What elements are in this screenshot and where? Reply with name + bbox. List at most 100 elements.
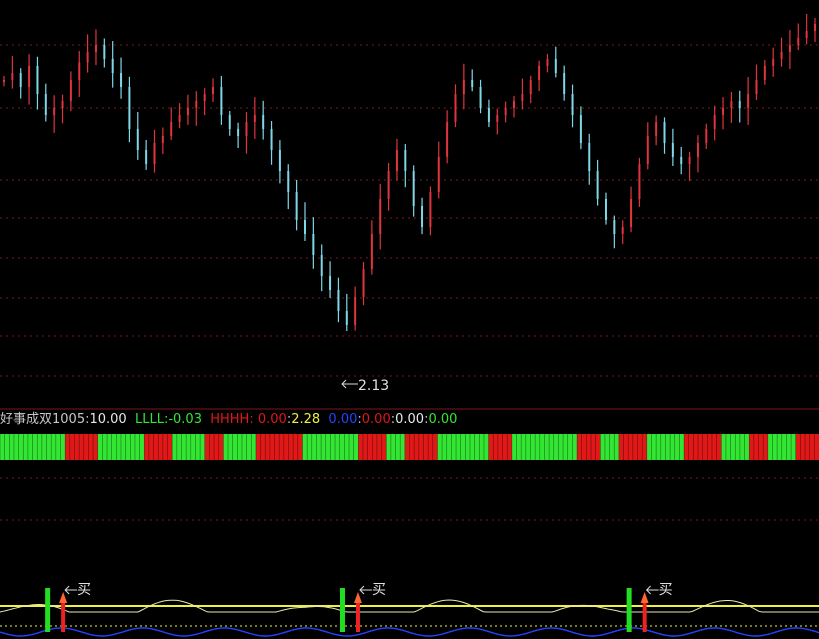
candle-body-17 [145,150,148,164]
band-segment-99 [460,434,466,460]
band-segment-141 [656,434,662,460]
band-segment-127 [590,434,596,460]
band-segment-102 [474,434,480,460]
candle-body-75 [630,199,633,227]
candle-body-63 [529,80,532,94]
band-segment-150 [698,434,703,460]
band-segment-29 [134,434,140,460]
band-segment-78 [362,434,368,460]
band-segment-83 [386,434,392,460]
candle-body-60 [504,108,507,115]
band-segment-160 [744,434,750,460]
candle-body-94 [788,45,791,52]
low-marker-label: 2.13 [358,378,389,394]
buy-label: 买 [659,582,673,598]
band-segment-142 [660,434,666,460]
candle-body-35 [295,192,298,220]
band-segment-58 [269,434,275,460]
candle-body-84 [705,129,708,143]
band-segment-101 [469,434,475,460]
band-segment-68 [316,434,322,460]
band-segment-37 [172,434,178,460]
band-segment-164 [763,434,769,460]
candle-body-61 [513,101,516,108]
signal-color-band [0,434,819,460]
band-segment-134 [623,434,629,460]
band-segment-97 [451,434,457,460]
band-segment-168 [781,434,787,460]
llll-label: LLLL: [134,412,169,427]
band-segment-145 [674,434,680,460]
band-segment-175 [814,434,819,460]
band-segment-148 [688,434,694,460]
band-segment-139 [646,434,652,460]
band-segment-35 [162,434,168,460]
band-segment-98 [456,434,461,460]
band-segment-103 [479,434,485,460]
band-segment-92 [428,434,434,460]
candle-body-90 [755,80,758,94]
hhhh-value: 0.00 [257,412,287,427]
candle-body-81 [680,157,683,164]
candle-body-8 [69,80,72,101]
band-segment-129 [600,434,606,460]
indicator-value-4: 0.00 [361,412,391,427]
band-segment-74 [344,434,350,460]
band-segment-105 [488,434,494,460]
buy-signal-arrow-up [640,592,649,603]
band-segment-117 [544,434,550,460]
band-segment-22 [102,434,108,460]
buy-signal-panel: 买买买 [0,582,819,637]
candle-body-72 [604,199,607,220]
band-segment-90 [418,434,424,460]
band-segment-56 [260,434,266,460]
band-segment-34 [158,434,164,460]
low-price-marker: 2.13 [341,378,389,394]
band-segment-152 [707,434,713,460]
band-segment-167 [777,434,783,460]
band-segment-112 [521,434,527,460]
band-segment-125 [581,434,587,460]
band-segment-166 [772,434,778,460]
candle-body-27 [228,115,231,129]
hhhh-label: HHHH: [210,412,254,427]
buy-signal-red-bar [355,602,360,632]
band-segment-161 [749,434,755,460]
band-segment-130 [604,434,610,460]
band-segment-1 [4,434,10,460]
candle-body-36 [303,220,306,234]
band-segment-73 [339,434,345,460]
band-segment-49 [228,434,233,460]
candle-body-51 [429,192,432,227]
candle-body-89 [747,94,750,108]
candle-body-30 [253,115,256,122]
band-segment-16 [74,434,80,460]
band-segment-55 [255,434,261,460]
candlestick-series [3,14,816,331]
blue-oscillator-line [0,627,819,637]
band-segment-65 [302,434,308,460]
candle-body-29 [245,122,248,136]
band-segment-24 [111,434,117,460]
candle-body-49 [412,171,415,206]
candle-body-67 [563,73,566,94]
candle-body-13 [111,59,114,73]
band-segment-162 [753,434,759,460]
candle-body-26 [220,87,223,115]
band-segment-163 [758,434,764,460]
band-segment-75 [349,434,354,460]
band-segment-11 [51,434,57,460]
band-segment-107 [497,434,503,460]
buy-label: 买 [372,582,386,598]
band-segment-108 [502,434,508,460]
band-segment-79 [367,434,373,460]
band-segment-89 [414,434,420,460]
band-segment-109 [507,434,513,460]
band-segment-143 [665,434,671,460]
band-segment-85 [395,434,401,460]
band-segment-96 [446,434,452,460]
band-segment-18 [83,434,89,460]
candle-body-70 [588,143,591,171]
band-segment-151 [702,434,708,460]
candle-body-45 [379,199,382,234]
